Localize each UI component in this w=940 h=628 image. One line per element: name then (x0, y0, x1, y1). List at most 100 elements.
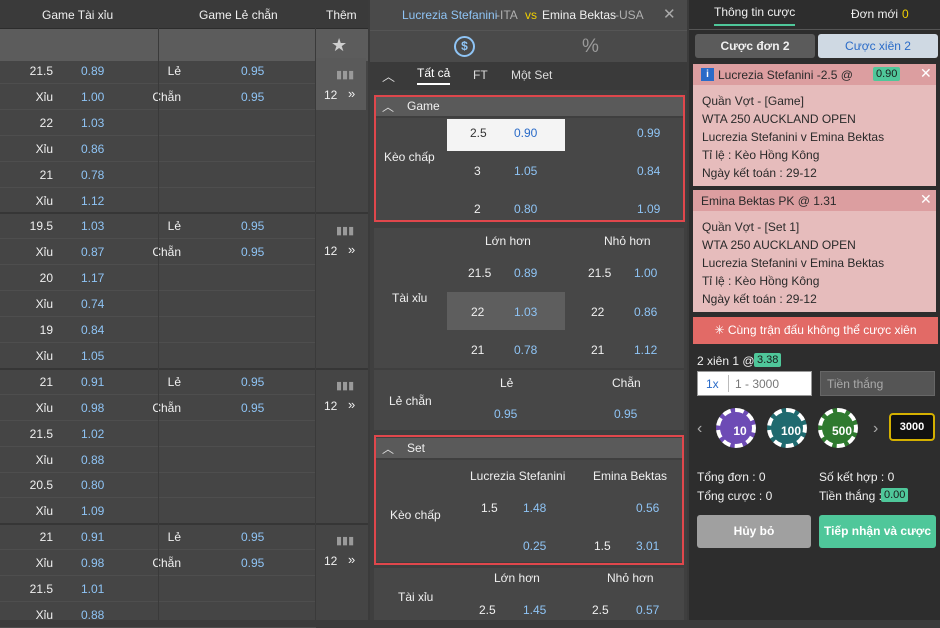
odds-value[interactable]: 0.57 (636, 603, 659, 617)
more-markets-button[interactable]: ▮▮▮ 12 » (316, 222, 366, 262)
odds-value[interactable]: 1.02 (81, 427, 104, 441)
bet-line: WTA 250 AUCKLAND OPEN (702, 112, 856, 126)
odds-value[interactable]: 0.95 (241, 219, 264, 233)
tab-one-set[interactable]: Một Set (511, 68, 552, 82)
match-detail-panel: Lucrezia Stefanini -ITA vs Emina Bektas … (370, 0, 687, 620)
tab-bet-info[interactable]: Thông tin cược (714, 5, 796, 26)
chip-500[interactable]: 500 (818, 408, 858, 448)
home-country: -ITA (496, 8, 518, 22)
line-label: 21 (39, 374, 53, 389)
total-value: 22 (591, 305, 605, 319)
odds-value[interactable]: 1.12 (634, 343, 657, 357)
chip-10[interactable]: 10 (716, 408, 756, 448)
odds-value[interactable]: 0.95 (241, 530, 264, 544)
line-label: 21 (39, 530, 53, 545)
odds-value[interactable]: 0.84 (81, 323, 104, 337)
odds-value[interactable]: 1.03 (81, 116, 104, 130)
odds-value[interactable]: 1.03 (81, 219, 104, 233)
col-game-le-chan[interactable]: Game Lẻ chẵn (199, 8, 278, 22)
odds-value[interactable]: 0.95 (241, 401, 264, 415)
odds-value[interactable]: 1.45 (523, 603, 546, 617)
close-icon[interactable]: ✕ (663, 5, 676, 23)
odds-value[interactable]: 0.95 (241, 90, 264, 104)
line-label: 19 (39, 323, 53, 337)
odds-value[interactable]: 1.00 (634, 266, 657, 280)
more-markets-button[interactable]: ▮▮▮ 12 » (316, 66, 366, 106)
odds-value[interactable]: 0.98 (81, 401, 104, 415)
chevron-left-icon[interactable]: ‹ (697, 420, 702, 438)
stake-input[interactable]: 1x 1 - 3000 (697, 371, 812, 396)
odds-value[interactable]: 1.00 (81, 90, 104, 104)
chip-100[interactable]: 100 (767, 408, 807, 448)
odds-value[interactable]: 0.95 (241, 556, 264, 570)
line-label: Xỉu (35, 504, 53, 519)
money-icon[interactable]: $ (454, 36, 475, 57)
more-markets-button[interactable]: ▮▮▮ 12 » (316, 532, 366, 572)
odds-value[interactable]: 0.86 (81, 142, 104, 156)
line-label: Xỉu (35, 556, 53, 571)
chip-3000[interactable]: 3000 (889, 413, 935, 441)
odds-value[interactable]: 1.17 (81, 271, 104, 285)
line-label: 22 (39, 115, 53, 130)
odds-value[interactable]: 0.86 (634, 305, 657, 319)
odds-value[interactable]: 0.95 (614, 407, 637, 421)
bet-card: i Lucrezia Stefanini -2.5 @ 0.90 ✕ Quần … (693, 64, 936, 186)
odds-value[interactable]: 0.88 (81, 453, 104, 467)
combo-count: Số kết hợp : 0 (819, 470, 895, 484)
odd-even-label: Chẵn (152, 245, 181, 260)
odds-list-panel: Game Tài xỉu Game Lẻ chẵn Thêm ★ 21.5 0.8… (0, 0, 368, 628)
odds-value[interactable]: 1.09 (81, 504, 104, 518)
accept-bet-button[interactable]: Tiếp nhận và cược (819, 515, 936, 548)
odds-value[interactable]: 0.95 (241, 64, 264, 78)
odds-value[interactable]: 0.87 (81, 245, 104, 259)
odds-value[interactable]: 0.74 (81, 297, 104, 311)
odds-value[interactable]: 0.78 (81, 168, 104, 182)
odds-value[interactable]: 0.98 (81, 556, 104, 570)
tab-new-bets[interactable]: Đơn mới (851, 7, 898, 21)
chip-value: 100 (780, 424, 802, 438)
odds-value[interactable]: 0.89 (81, 64, 104, 78)
potential-win-label: Tiền thắng : (819, 489, 882, 503)
line-label: 20 (39, 271, 53, 286)
more-count: 12 (324, 244, 338, 258)
line-label: Xỉu (35, 348, 53, 363)
odds-value[interactable]: 0.95 (494, 407, 517, 421)
close-icon[interactable]: ✕ (920, 191, 932, 208)
odds-value[interactable]: 0.78 (514, 343, 537, 357)
multiplier[interactable]: 1x (706, 377, 719, 391)
single-bet-tab[interactable]: Cược đơn 2 (695, 34, 815, 58)
odds-value[interactable]: 0.89 (514, 266, 537, 280)
odds-value[interactable]: 0.80 (81, 478, 104, 492)
more-markets-button[interactable]: ▮▮▮ 12 » (316, 377, 366, 417)
bet-line: Lucrezia Stefanini v Emina Bektas (702, 256, 885, 270)
stats-icon: ▮▮▮ (336, 225, 355, 237)
tab-ft[interactable]: FT (473, 68, 488, 82)
odds-value[interactable]: 0.91 (81, 375, 104, 389)
odds-value[interactable]: 1.05 (81, 349, 104, 363)
info-icon[interactable]: i (701, 68, 714, 81)
odds-value[interactable]: 0.95 (241, 375, 264, 389)
odds-value[interactable]: 1.01 (81, 582, 104, 596)
col-them[interactable]: Thêm (326, 8, 357, 22)
total-value: 2.5 (592, 603, 609, 617)
odds-value[interactable]: 1.03 (514, 305, 537, 319)
bet-line: Ngày kết toán : 29-12 (702, 166, 817, 180)
bet-title: Emina Bektas PK @ 1.31 (701, 194, 837, 208)
line-label: 21.5 (29, 64, 53, 78)
under-label: Nhỏ hơn (607, 571, 654, 585)
odds-value[interactable]: 1.12 (81, 194, 104, 208)
collapse-icon[interactable]: ︿ (382, 66, 395, 85)
bet-odds: 0.90 (873, 67, 901, 81)
close-icon[interactable]: ✕ (920, 65, 932, 82)
chevron-right-icon[interactable]: › (873, 420, 878, 438)
odds-value[interactable]: 0.95 (241, 245, 264, 259)
cancel-button[interactable]: Hủy bỏ (697, 515, 811, 548)
tab-all[interactable]: Tất cả (417, 66, 451, 85)
line-label: Xỉu (35, 297, 53, 312)
parlay-bet-tab[interactable]: Cược xiên 2 (818, 34, 938, 58)
percent-icon[interactable]: % (582, 36, 599, 58)
line-label: Xỉu (35, 452, 53, 467)
odds-value[interactable]: 0.91 (81, 530, 104, 544)
star-icon[interactable]: ★ (331, 35, 347, 56)
col-game-tai-xiu[interactable]: Game Tài xỉu (42, 8, 113, 22)
